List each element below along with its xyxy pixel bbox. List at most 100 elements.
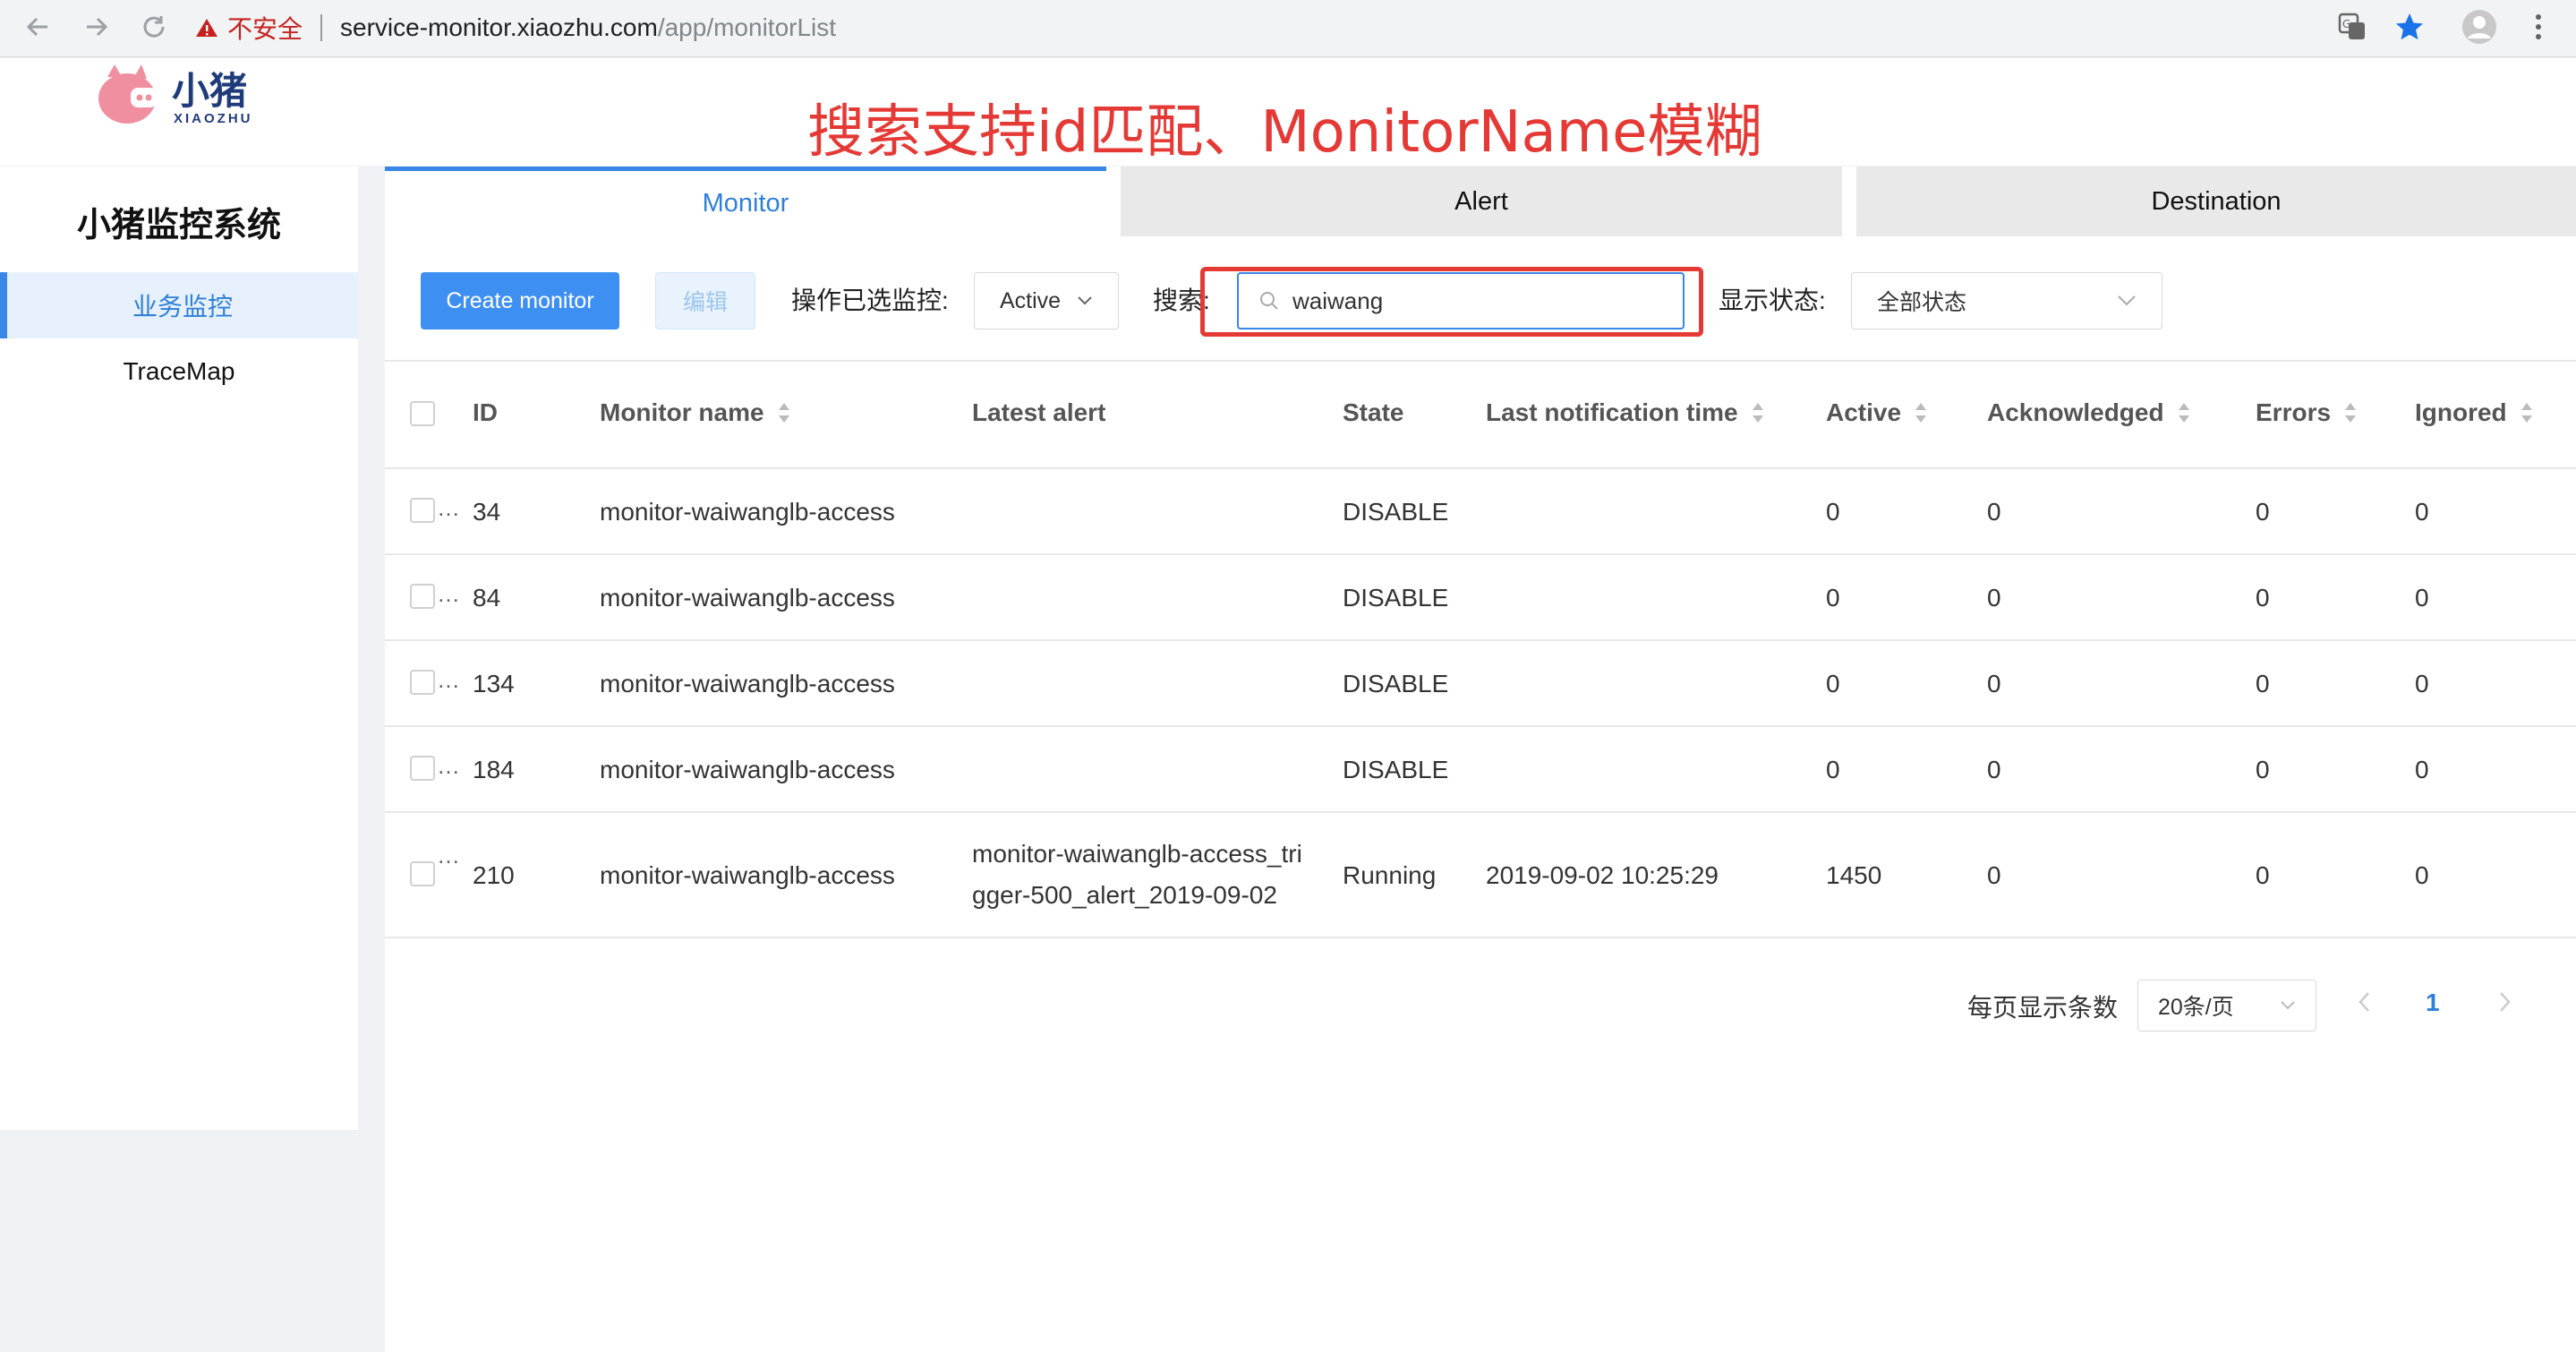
forward-icon[interactable] <box>75 5 118 48</box>
status-filter-select[interactable]: 全部状态 <box>1851 272 2162 329</box>
column-header-id[interactable]: ID <box>473 398 498 427</box>
sort-icon[interactable] <box>2177 401 2191 424</box>
cell-ignored: 0 <box>2415 861 2429 889</box>
tab-label: Destination <box>2151 186 2282 216</box>
chevron-down-icon <box>2118 295 2136 306</box>
tab-monitor[interactable]: Monitor <box>385 167 1106 236</box>
row-ellipsis: … <box>437 580 460 607</box>
column-header-label: Monitor name <box>600 398 764 426</box>
cell-last-notification-time: 2019-09-02 10:25:29 <box>1486 861 1719 889</box>
page-size-select[interactable]: 20条/页 <box>2137 980 2316 1031</box>
cell-active: 1450 <box>1826 861 1882 889</box>
pig-logo-icon <box>98 64 158 124</box>
row-checkbox[interactable] <box>410 584 435 609</box>
cell-ignored: 0 <box>2415 670 2429 697</box>
row-divider <box>385 811 2576 813</box>
cell-id: 84 <box>473 584 501 612</box>
row-divider <box>385 725 2576 727</box>
cell-id: 134 <box>473 670 515 697</box>
cell-id: 210 <box>473 861 515 889</box>
cell-acknowledged: 0 <box>1987 861 2001 889</box>
cell-errors: 0 <box>2256 584 2270 612</box>
more-menu-icon[interactable] <box>2517 5 2560 48</box>
column-header-label: Active <box>1826 398 1902 426</box>
row-ellipsis: … <box>437 494 460 521</box>
column-header-active[interactable]: Active <box>1826 398 1928 427</box>
annotation-highlight-box <box>1200 267 1703 337</box>
column-header-acknowledged[interactable]: Acknowledged <box>1987 398 2191 427</box>
next-page-button[interactable] <box>2497 990 2512 1018</box>
cell-active: 0 <box>1826 670 1840 697</box>
sort-icon[interactable] <box>2343 401 2358 424</box>
row-divider <box>385 937 2576 938</box>
sidebar-item-tracemap[interactable]: TraceMap <box>0 338 358 405</box>
svg-text:G: G <box>2342 18 2350 30</box>
annotation-text: 搜索支持id匹配、MonitorName模糊 <box>807 99 1762 166</box>
tab-destination[interactable]: Destination <box>1856 167 2576 236</box>
row-checkbox[interactable] <box>410 670 435 695</box>
tab-label: Alert <box>1454 186 1508 216</box>
page-size-label: 每页显示条数 <box>1967 994 2119 1022</box>
reload-icon[interactable] <box>132 5 175 48</box>
cell-ignored: 0 <box>2415 584 2429 612</box>
cell-monitor-name[interactable]: monitor-waiwanglb-access <box>600 584 895 612</box>
sort-icon[interactable] <box>1751 401 1765 424</box>
create-monitor-button[interactable]: Create monitor <box>421 272 619 329</box>
row-checkbox[interactable] <box>410 861 435 886</box>
column-header-ignored[interactable]: Ignored <box>2415 398 2534 427</box>
sort-icon[interactable] <box>2520 401 2534 424</box>
logo[interactable]: 小猪 XIAOZHU <box>95 61 274 133</box>
cell-state: DISABLE <box>1343 498 1449 526</box>
translate-icon[interactable]: G <box>2331 5 2374 48</box>
edit-button[interactable]: 编辑 <box>655 272 755 329</box>
cell-latest-alert-line2[interactable]: gger-500_alert_2019-09-02 <box>972 881 1277 910</box>
column-header-label: Errors <box>2256 398 2332 426</box>
cell-state: DISABLE <box>1343 756 1449 783</box>
row-checkbox[interactable] <box>410 498 435 523</box>
cell-acknowledged: 0 <box>1987 670 2001 697</box>
column-header-label: Acknowledged <box>1987 398 2164 426</box>
select-all-checkbox[interactable] <box>410 401 435 426</box>
back-icon[interactable] <box>16 5 59 48</box>
cell-errors: 0 <box>2256 861 2270 889</box>
row-checkbox[interactable] <box>410 756 435 781</box>
column-header-label: State <box>1343 398 1404 426</box>
cell-active: 0 <box>1826 756 1840 783</box>
prev-page-button[interactable] <box>2358 990 2372 1018</box>
bookmark-star-icon[interactable] <box>2388 5 2431 48</box>
cell-state: Running <box>1343 861 1437 889</box>
address-bar[interactable]: 不安全 service-monitor.xiaozhu.com/app/moni… <box>195 4 2442 52</box>
page-size-value: 20条/页 <box>2158 995 2234 1020</box>
cell-active: 0 <box>1826 584 1840 612</box>
chevron-down-icon <box>2281 1001 2295 1010</box>
cell-monitor-name[interactable]: monitor-waiwanglb-access <box>600 670 895 698</box>
cell-errors: 0 <box>2256 756 2270 783</box>
table-top-border <box>385 360 2576 362</box>
column-header-label: Ignored <box>2415 398 2507 426</box>
warning-icon <box>196 19 218 37</box>
cell-monitor-name[interactable]: monitor-waiwanglb-access <box>600 498 895 526</box>
cell-ignored: 0 <box>2415 756 2429 783</box>
tab-alert[interactable]: Alert <box>1121 167 1842 236</box>
cell-state: DISABLE <box>1343 584 1449 612</box>
column-header-last-notification-time[interactable]: Last notification time <box>1486 398 1765 427</box>
cell-state: DISABLE <box>1343 670 1449 697</box>
row-divider <box>385 467 2576 469</box>
security-warning[interactable]: 不安全 <box>195 10 303 46</box>
column-header-monitor-name[interactable]: Monitor name <box>600 398 791 427</box>
sort-icon[interactable] <box>777 401 791 424</box>
cell-monitor-name[interactable]: monitor-waiwanglb-access <box>600 756 895 784</box>
column-header-errors[interactable]: Errors <box>2256 398 2358 427</box>
bulk-action-select[interactable]: Active <box>974 272 1119 329</box>
cell-acknowledged: 0 <box>1987 498 2001 526</box>
cell-monitor-name[interactable]: monitor-waiwanglb-access <box>600 861 895 890</box>
url-host: service-monitor.xiaozhu.com <box>340 13 658 41</box>
sort-icon[interactable] <box>1914 401 1928 424</box>
sidebar-item-label: 业务监控 <box>132 293 233 321</box>
cell-latest-alert-line1[interactable]: monitor-waiwanglb-access_tri <box>972 840 1302 869</box>
logo-subtext: XIAOZHU <box>174 111 253 126</box>
profile-avatar-icon[interactable] <box>2458 5 2501 48</box>
page-number-current[interactable]: 1 <box>2426 988 2440 1017</box>
sidebar-item-business-monitor[interactable]: 业务监控 <box>0 272 358 338</box>
sidebar-item-label: TraceMap <box>123 357 235 385</box>
